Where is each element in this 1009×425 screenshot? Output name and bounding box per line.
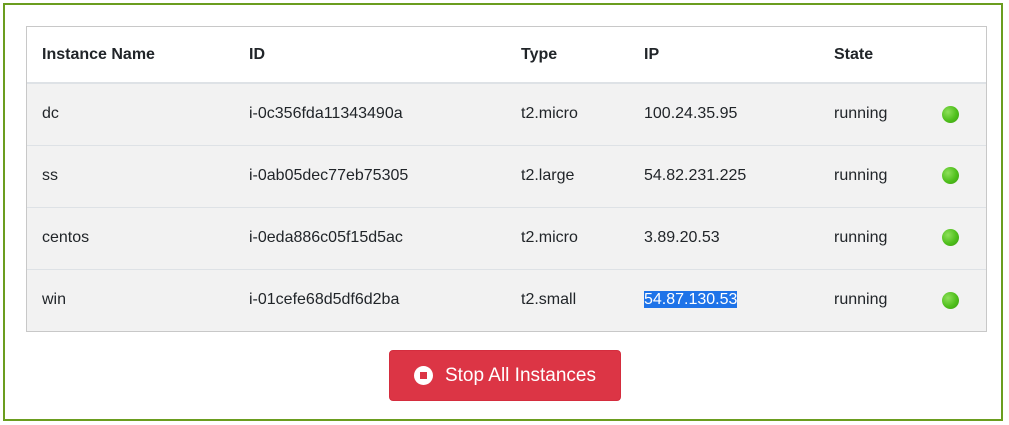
instance-id-cell: i-0c356fda11343490a [234, 83, 506, 145]
column-header-id[interactable]: ID [234, 27, 506, 84]
instance-id-cell: i-01cefe68d5df6d2ba [234, 268, 506, 331]
column-header-ip[interactable]: IP [629, 27, 819, 84]
instance-ip-cell: 54.87.130.53 [629, 268, 819, 331]
instance-name-cell: centos [27, 206, 234, 269]
status-running-icon [942, 229, 959, 247]
instances-table-container: Instance Name ID Type IP State dc i-0c35… [26, 26, 987, 332]
status-running-icon [942, 291, 959, 309]
column-header-instance-name[interactable]: Instance Name [27, 27, 234, 84]
status-cell [922, 83, 986, 145]
status-cell [922, 206, 986, 269]
stop-circle-icon [413, 366, 433, 385]
instance-ip-cell: 100.24.35.95 [629, 83, 819, 145]
instance-name-cell: ss [27, 144, 234, 207]
table-row[interactable]: centos i-0eda886c05f15d5ac t2.micro 3.89… [27, 206, 986, 269]
column-header-type[interactable]: Type [506, 27, 629, 84]
instance-state-cell: running [819, 83, 922, 145]
instance-type-cell: t2.micro [506, 206, 629, 269]
instance-name-cell: win [27, 268, 234, 331]
panel-frame: Instance Name ID Type IP State dc i-0c35… [3, 3, 1003, 421]
table-header-row: Instance Name ID Type IP State [27, 27, 986, 84]
table-row[interactable]: ss i-0ab05dec77eb75305 t2.large 54.82.23… [27, 144, 986, 207]
instance-state-cell: running [819, 144, 922, 207]
status-running-icon [942, 105, 959, 123]
instance-ip-cell: 3.89.20.53 [629, 206, 819, 269]
instance-ip-cell: 54.82.231.225 [629, 144, 819, 207]
instance-type-cell: t2.large [506, 144, 629, 207]
table-row[interactable]: dc i-0c356fda11343490a t2.micro 100.24.3… [27, 83, 986, 145]
table-row[interactable]: win i-01cefe68d5df6d2ba t2.small 54.87.1… [27, 268, 986, 331]
instance-type-cell: t2.micro [506, 83, 629, 145]
selected-ip-text[interactable]: 54.87.130.53 [644, 291, 738, 309]
instance-state-cell: running [819, 206, 922, 269]
instance-state-cell: running [819, 268, 922, 331]
instance-name-cell: dc [27, 83, 234, 145]
status-cell [922, 268, 986, 331]
column-header-state[interactable]: State [819, 27, 922, 84]
column-header-status [922, 27, 986, 84]
instance-id-cell: i-0eda886c05f15d5ac [234, 206, 506, 269]
instance-id-cell: i-0ab05dec77eb75305 [234, 144, 506, 207]
instances-table: Instance Name ID Type IP State dc i-0c35… [27, 27, 986, 331]
stop-all-instances-button[interactable]: Stop All Instances [389, 350, 621, 401]
status-cell [922, 144, 986, 207]
status-running-icon [942, 167, 959, 185]
instance-type-cell: t2.small [506, 268, 629, 331]
stop-all-label: Stop All Instances [444, 364, 597, 386]
